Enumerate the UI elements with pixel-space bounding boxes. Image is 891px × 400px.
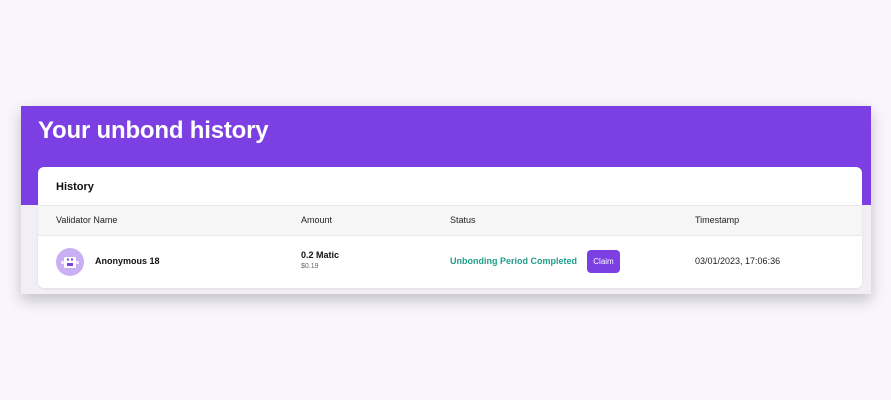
claim-button[interactable]: Claim — [587, 250, 620, 273]
history-card: History Validator Name Amount Status Tim… — [38, 167, 862, 288]
column-header-status: Status — [450, 215, 476, 225]
unbond-history-panel: Your unbond history History Validator Na… — [21, 106, 871, 294]
column-header-validator: Validator Name — [56, 215, 118, 225]
validator-name[interactable]: Anonymous 18 — [95, 256, 160, 266]
table-header: Validator Name Amount Status Timestamp — [38, 205, 862, 236]
page-title: Your unbond history — [38, 117, 269, 144]
column-header-timestamp: Timestamp — [695, 215, 740, 225]
column-header-amount: Amount — [301, 215, 333, 225]
timestamp: 03/01/2023, 17:06:36 — [695, 256, 781, 266]
robot-icon — [61, 257, 79, 268]
status-text: Unbonding Period Completed — [450, 256, 577, 266]
amount-value: 0.2 Matic — [301, 250, 340, 260]
amount-usd-value: $0.19 — [301, 263, 319, 270]
avatar — [56, 248, 84, 276]
card-header: History — [56, 181, 94, 193]
table-row: Anonymous 18 0.2 Matic $0.19 Unbonding P… — [38, 235, 862, 288]
